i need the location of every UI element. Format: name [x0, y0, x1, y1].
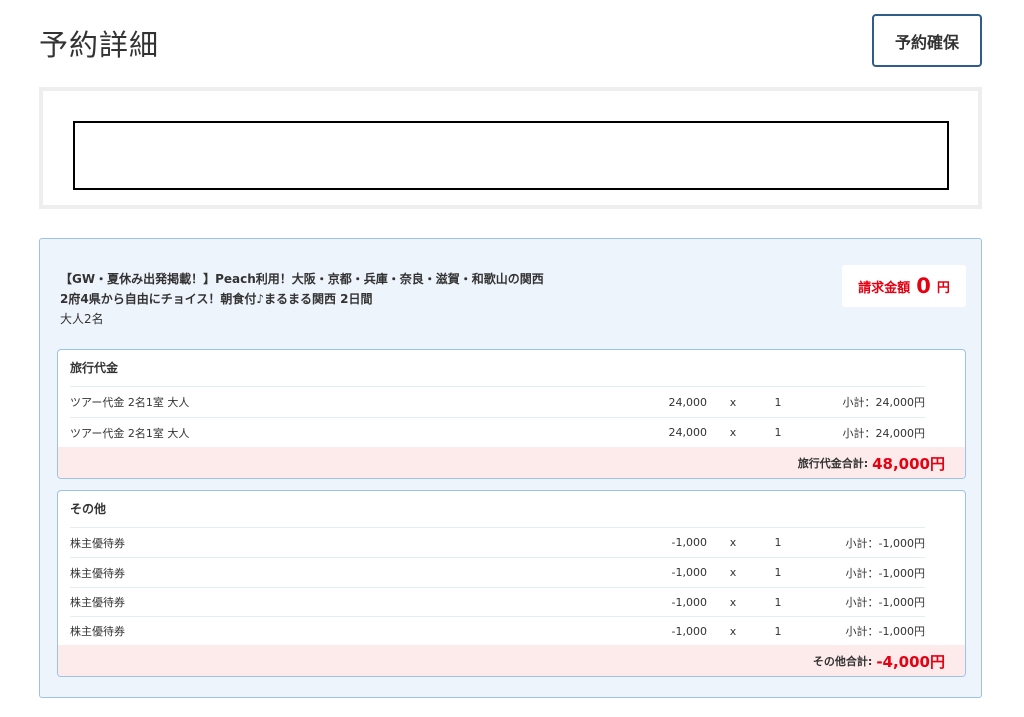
- tour-title-line2: 2府4県から自由にチョイス！朝食付♪まるまる関西 2日間: [60, 292, 373, 306]
- times-sign: x: [729, 566, 737, 579]
- page-title: 予約詳細: [39, 28, 160, 62]
- billing-unit: 円: [936, 280, 950, 296]
- times-sign: x: [729, 624, 737, 638]
- item-subtotal: 小計：-1,000円: [845, 536, 925, 550]
- item-name: 株主優待券: [70, 566, 125, 580]
- item-price: -1,000: [671, 624, 707, 638]
- info-box: [39, 87, 982, 209]
- item-quantity: 1: [774, 624, 782, 638]
- other-section: その他 株主優待券 -1,000 x 1 小計：-1,000円 株主優待券 -1…: [57, 490, 966, 677]
- item-price: -1,000: [671, 566, 707, 579]
- item-quantity: 1: [774, 426, 782, 439]
- item-subtotal: 小計：-1,000円: [845, 625, 925, 638]
- item-quantity: 1: [774, 566, 782, 579]
- travel-fee-total-bar: 旅行代金合計: 48,000円: [58, 447, 965, 478]
- other-total-bar: その他合計: -4,000円: [58, 645, 965, 676]
- times-sign: x: [729, 595, 737, 609]
- travel-fee-total-value: 48,000円: [872, 454, 945, 473]
- item-subtotal: 小計：-1,000円: [845, 596, 925, 609]
- times-sign: x: [729, 395, 737, 409]
- item-subtotal: 小計：24,000円: [842, 426, 926, 440]
- travel-fee-heading: 旅行代金: [70, 361, 119, 375]
- table-row: 株主優待券 -1,000 x 1 小計：-1,000円: [70, 587, 925, 616]
- travel-fee-total-label: 旅行代金合計:: [797, 457, 869, 470]
- item-quantity: 1: [774, 536, 782, 549]
- times-sign: x: [729, 536, 737, 549]
- item-name: ツアー代金 2名1室 大人: [70, 396, 190, 409]
- other-heading: その他: [70, 502, 107, 516]
- item-subtotal: 小計：24,000円: [842, 396, 926, 409]
- other-total-label: その他合計:: [812, 655, 873, 668]
- item-price: 24,000: [668, 426, 708, 439]
- other-total-value: -4,000円: [876, 652, 945, 671]
- item-name: 株主優待券: [70, 596, 125, 609]
- item-subtotal: 小計：-1,000円: [845, 566, 925, 580]
- item-name: ツアー代金 2名1室 大人: [70, 426, 190, 440]
- item-quantity: 1: [774, 395, 782, 409]
- item-name: 株主優待券: [70, 625, 125, 638]
- table-row: 株主優待券 -1,000 x 1 小計：-1,000円: [70, 527, 925, 557]
- item-name: 株主優待券: [70, 536, 125, 550]
- travel-fee-section: 旅行代金 ツアー代金 2名1室 大人 24,000 x 1 小計：24,000円…: [57, 349, 966, 479]
- billing-label: 請求金額: [858, 280, 911, 296]
- reserve-button[interactable]: 予約確保: [872, 14, 982, 67]
- table-row: ツアー代金 2名1室 大人 24,000 x 1 小計：24,000円: [70, 386, 925, 417]
- item-price: -1,000: [671, 536, 707, 549]
- times-sign: x: [729, 426, 737, 439]
- reservation-detail-panel: 【GW・夏休み出発掲載！】Peach利用！大阪・京都・兵庫・奈良・滋賀・和歌山の…: [39, 238, 982, 698]
- billing-amount-box: 請求金額 0円: [842, 265, 966, 307]
- table-row: 株主優待券 -1,000 x 1 小計：-1,000円: [70, 616, 925, 645]
- item-price: -1,000: [671, 595, 707, 609]
- redacted-content-box: [73, 121, 949, 190]
- passenger-count: 大人2名: [60, 312, 104, 326]
- item-quantity: 1: [774, 595, 782, 609]
- tour-title: 【GW・夏休み出発掲載！】Peach利用！大阪・京都・兵庫・奈良・滋賀・和歌山の…: [60, 269, 620, 309]
- table-row: 株主優待券 -1,000 x 1 小計：-1,000円: [70, 557, 925, 587]
- billing-amount: 0: [916, 274, 931, 298]
- tour-title-line1: 【GW・夏休み出発掲載！】Peach利用！大阪・京都・兵庫・奈良・滋賀・和歌山の…: [60, 272, 544, 286]
- table-row: ツアー代金 2名1室 大人 24,000 x 1 小計：24,000円: [70, 417, 925, 447]
- item-price: 24,000: [668, 395, 708, 409]
